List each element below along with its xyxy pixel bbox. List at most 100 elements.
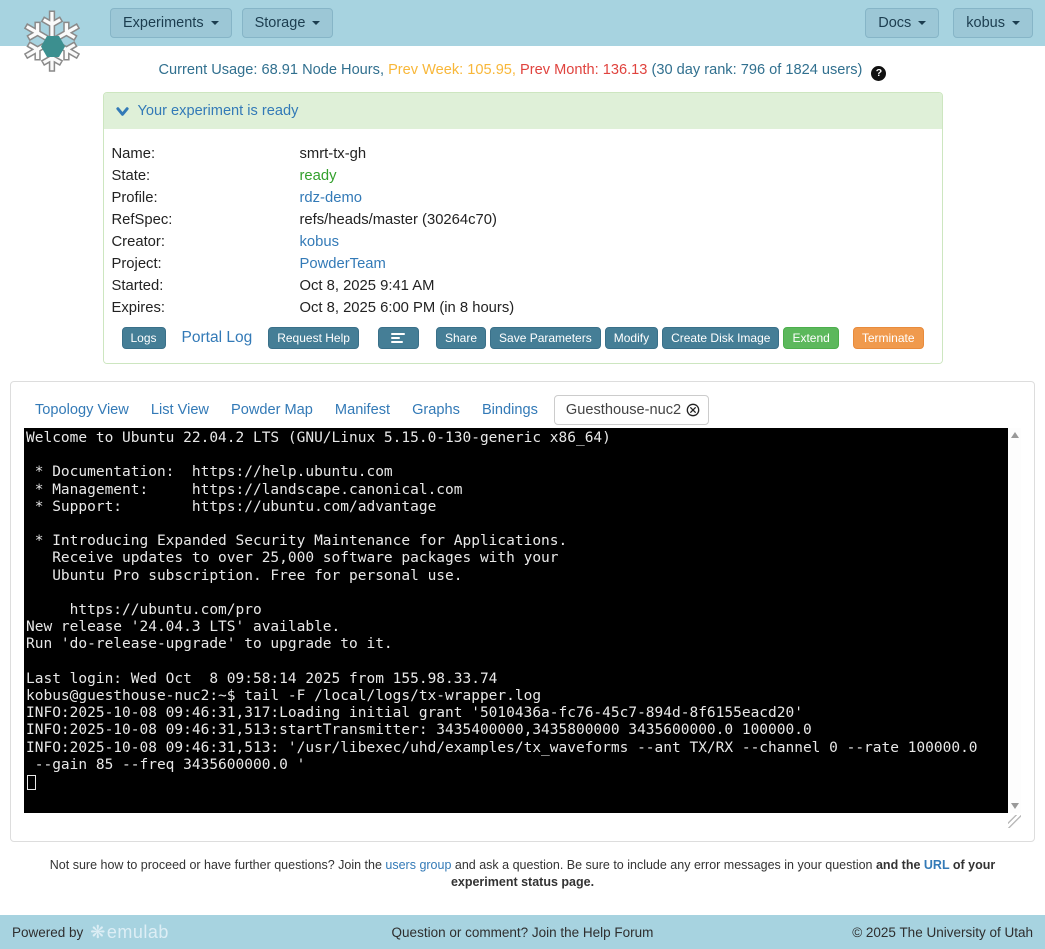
scroll-up-icon[interactable] [1011, 432, 1019, 438]
powder-snowflake-logo[interactable]: ❄ [8, 2, 96, 90]
terminal-line: * Support: https://ubuntu.com/advantage [26, 499, 1008, 516]
terminal-line: INFO:2025-10-08 09:46:31,317:Loading ini… [26, 705, 1008, 722]
field-row: RefSpec: refs/heads/master (30264c70) [112, 209, 934, 231]
field-label: Project: [112, 253, 300, 275]
terminal-line: Run 'do-release-upgrade' to upgrade to i… [26, 636, 1008, 653]
field-row: State: ready [112, 165, 934, 187]
experiment-actions-right: Share Save Parameters Modify Create Disk… [378, 327, 924, 349]
terminal-line: Ubuntu Pro subscription. Free for person… [26, 568, 1008, 585]
help-footer-text: Not sure how to proceed or have further … [23, 857, 1023, 891]
text-lines-icon [391, 332, 406, 344]
active-tab-label: Guesthouse-nuc2 [566, 402, 681, 418]
navbar-left-menus: Experiments Storage [110, 8, 333, 38]
save-parameters-button[interactable]: Save Parameters [490, 327, 601, 349]
emulab-wordmark: emulab [107, 922, 169, 943]
terminal-line: Last login: Wed Oct 8 09:58:14 2025 from… [26, 671, 1008, 688]
menu-label: Storage [255, 15, 306, 31]
page: Experiments Storage Docs kobus [0, 0, 1045, 949]
terminal-line [26, 516, 1008, 533]
request-help-button[interactable]: Request Help [268, 327, 359, 349]
share-button[interactable]: Share [436, 327, 486, 349]
terminal-line: Welcome to Ubuntu 22.04.2 LTS (GNU/Linux… [26, 430, 1008, 447]
terminal-line: * Documentation: https://help.ubuntu.com [26, 464, 1008, 481]
experiment-status-panel: Your experiment is ready Name: smrt-tx-g… [103, 92, 943, 364]
field-value: refs/heads/master (30264c70) [300, 209, 497, 231]
snapshot-log-button[interactable] [378, 327, 419, 349]
navbar-menu-button[interactable]: Experiments [110, 8, 232, 38]
powered-by-text: Powered by [12, 925, 83, 940]
view-tab[interactable]: Bindings [471, 395, 549, 425]
chevron-down-icon [116, 105, 129, 118]
view-tabs: Topology View List View Powder Map Manif… [24, 395, 1021, 425]
terminal-line: * Management: https://landscape.canonica… [26, 482, 1008, 499]
extend-button[interactable]: Extend [783, 327, 838, 349]
experiment-status-header[interactable]: Your experiment is ready [104, 93, 942, 129]
view-tab[interactable]: Topology View [24, 395, 140, 425]
help-text-1: Not sure how to proceed or have further … [50, 858, 386, 872]
help-text-2: and ask a question. Be sure to include a… [451, 858, 876, 872]
menu-label: kobus [966, 15, 1005, 31]
copyright-text: © 2025 The University of Utah [852, 925, 1033, 940]
rank-text: (30 day rank: 796 of 1824 users) [651, 62, 862, 78]
terminal-line [26, 654, 1008, 671]
url-link[interactable]: URL [924, 858, 949, 872]
experiment-actions: Logs Portal Log Request Help Share Save … [112, 319, 934, 361]
terminal-line: Receive updates to over 25,000 software … [26, 550, 1008, 567]
view-tab-links: Topology View List View Powder Map Manif… [24, 395, 549, 425]
top-navbar: Experiments Storage Docs kobus [0, 0, 1045, 46]
help-text-bold: and the [876, 858, 924, 872]
emulab-logo[interactable]: ❋emulab [90, 922, 169, 943]
experiment-details: Name: smrt-tx-gh State: ready Profile: r… [104, 129, 942, 363]
current-usage-text: Current Usage: 68.91 Node Hours, [159, 62, 385, 78]
resize-grip-icon[interactable] [1008, 815, 1021, 828]
menu-label: Docs [878, 15, 911, 31]
field-label: RefSpec: [112, 209, 300, 231]
terminal-line: https://ubuntu.com/pro [26, 602, 1008, 619]
field-label: State: [112, 165, 300, 187]
field-label: Started: [112, 275, 300, 297]
field-value: kobus [300, 231, 340, 253]
terminal-line [26, 447, 1008, 464]
powered-by: Powered by ❋emulab [12, 922, 169, 943]
view-tab[interactable]: List View [140, 395, 220, 425]
emulab-flower-icon: ❋ [90, 922, 106, 943]
field-label: Creator: [112, 231, 300, 253]
modify-button[interactable]: Modify [605, 327, 658, 349]
terminal-line: * Introducing Expanded Security Maintena… [26, 533, 1008, 550]
terminal-line: INFO:2025-10-08 09:46:31,513: '/usr/libe… [26, 740, 1008, 757]
usage-help-icon[interactable]: ? [871, 66, 886, 81]
close-tab-icon[interactable] [686, 403, 700, 417]
portal-log-link[interactable]: Portal Log [182, 329, 253, 347]
logs-button[interactable]: Logs [122, 327, 166, 349]
terminal-line: New release '24.04.3 LTS' available. [26, 619, 1008, 636]
experiment-view-panel: Topology View List View Powder Map Manif… [10, 381, 1035, 842]
status-header-label: Your experiment is ready [138, 103, 299, 119]
prev-month-text: Prev Month: 136.13 [520, 62, 647, 78]
view-tab[interactable]: Graphs [401, 395, 471, 425]
view-tab[interactable]: Powder Map [220, 395, 324, 425]
ssh-console: Welcome to Ubuntu 22.04.2 LTS (GNU/Linux… [24, 428, 1021, 813]
field-row: Name: smrt-tx-gh [112, 143, 934, 165]
field-value: Oct 8, 2025 9:41 AM [300, 275, 435, 297]
caret-down-icon [1012, 21, 1020, 25]
users-group-link[interactable]: users group [385, 858, 451, 872]
tab-active-node-shell[interactable]: Guesthouse-nuc2 [554, 395, 709, 425]
help-forum-link[interactable]: Join the Help Forum [532, 925, 654, 940]
view-tab[interactable]: Manifest [324, 395, 401, 425]
menu-label: Experiments [123, 15, 204, 31]
terminal-line: kobus@guesthouse-nuc2:~$ tail -F /local/… [26, 688, 1008, 705]
navbar-menu-button[interactable]: Docs [865, 8, 939, 38]
scroll-down-icon[interactable] [1011, 803, 1019, 809]
terminal-scrollbar[interactable] [1008, 428, 1021, 813]
question-comment-text: Question or comment? [392, 925, 532, 940]
navbar-menu-button[interactable]: Storage [242, 8, 334, 38]
field-row: Expires: Oct 8, 2025 6:00 PM (in 8 hours… [112, 297, 934, 319]
field-label: Name: [112, 143, 300, 165]
terminal-output[interactable]: Welcome to Ubuntu 22.04.2 LTS (GNU/Linux… [24, 428, 1008, 813]
caret-down-icon [312, 21, 320, 25]
create-disk-image-button[interactable]: Create Disk Image [662, 327, 779, 349]
usage-summary: Current Usage: 68.91 Node Hours, Prev We… [0, 62, 1045, 81]
terminate-button[interactable]: Terminate [853, 327, 924, 349]
caret-down-icon [211, 21, 219, 25]
navbar-menu-button[interactable]: kobus [953, 8, 1033, 38]
